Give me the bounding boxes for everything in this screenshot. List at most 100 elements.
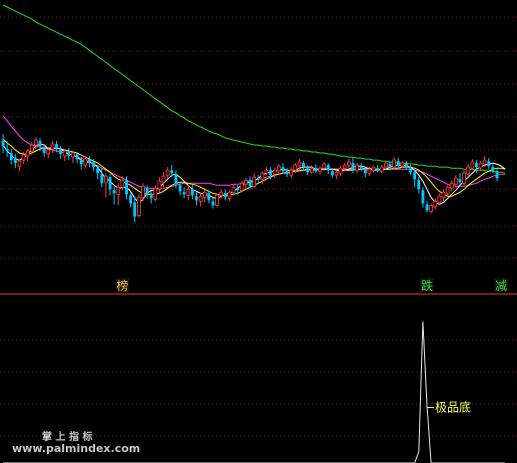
candle-body	[482, 159, 487, 165]
candle-body	[355, 164, 359, 171]
candle-body	[112, 190, 116, 194]
candle-body	[322, 163, 327, 169]
candle-body	[306, 168, 310, 173]
candle-body	[59, 150, 63, 154]
candle-body	[75, 154, 79, 160]
candle-body	[174, 174, 178, 185]
candle-body	[260, 172, 265, 180]
signal-label: 榜	[116, 278, 128, 293]
candle-body	[83, 158, 88, 166]
candle-body	[62, 150, 67, 157]
candle-body	[149, 195, 153, 199]
candle-body	[478, 162, 483, 169]
candle-body	[405, 163, 408, 168]
candle-body	[46, 149, 51, 155]
candle-body	[198, 195, 203, 202]
candle-body	[449, 182, 454, 189]
candle-body	[21, 154, 26, 161]
candle-body	[92, 162, 95, 168]
candle-body	[88, 159, 91, 163]
candle-body	[50, 143, 55, 150]
candle-body	[9, 153, 13, 160]
candle-body	[491, 167, 495, 172]
candle-body	[264, 169, 269, 174]
candle-body	[178, 185, 182, 192]
candle-body	[359, 166, 363, 170]
indicator-label: 极品底	[435, 400, 471, 415]
candle-body	[470, 161, 475, 169]
candle-body	[285, 171, 289, 175]
candle-body	[409, 168, 412, 173]
candle-body	[125, 180, 128, 195]
candle-body	[281, 167, 285, 172]
candle-body	[190, 189, 194, 196]
candle-body	[338, 167, 343, 174]
candle-body	[297, 161, 302, 167]
candle-body	[129, 195, 133, 204]
candle-body	[252, 176, 256, 187]
candle-body	[120, 179, 125, 188]
candle-body	[367, 168, 372, 174]
candle-body	[289, 169, 294, 176]
signal-labels: 榜跌减	[115, 278, 509, 293]
candle-body	[5, 149, 9, 151]
candle-body	[207, 193, 211, 201]
candle-body	[116, 186, 121, 195]
candle-body	[487, 161, 491, 167]
candle-body	[136, 196, 141, 216]
candle-body	[314, 168, 318, 172]
candle-body	[104, 175, 108, 183]
candle-body	[34, 139, 38, 146]
candle-body	[462, 172, 466, 184]
candle-body	[141, 185, 145, 198]
candle-body	[236, 188, 240, 191]
candle-body	[425, 204, 429, 211]
candle-body	[433, 200, 438, 207]
candle-body	[421, 190, 425, 204]
candle-body	[219, 191, 223, 196]
candle-body	[153, 187, 158, 200]
candle-body	[326, 165, 330, 171]
candle-body	[79, 160, 83, 165]
candle-body	[223, 193, 227, 198]
candle-body	[495, 171, 499, 179]
candle-body	[396, 161, 400, 167]
candle-body	[42, 148, 46, 153]
candle-body	[269, 170, 272, 176]
candle-body	[346, 161, 351, 166]
candle-body	[376, 168, 380, 172]
candle-body	[330, 171, 334, 176]
grid	[0, 16, 517, 437]
candle-body	[243, 179, 248, 185]
candle-body	[67, 151, 71, 156]
chart-canvas: 极品底 榜 跌 减 掌 上 指 标 www.palmindex.com	[0, 4, 517, 463]
signal-label: 减	[495, 279, 507, 293]
candle-body	[392, 159, 396, 168]
candle-body	[276, 165, 281, 172]
candle-body	[445, 186, 450, 194]
candle-body	[388, 164, 392, 168]
candle-body	[211, 201, 215, 206]
candle-body	[379, 166, 384, 172]
candle-body	[202, 191, 207, 198]
candle-body	[29, 144, 34, 152]
candle-body	[186, 188, 191, 196]
candle-body	[13, 158, 17, 164]
candle-body	[302, 163, 305, 168]
candle-body	[429, 204, 434, 212]
candle-body	[351, 163, 355, 171]
candle-body	[371, 166, 376, 171]
candle-body	[413, 172, 417, 180]
candle-body	[1, 141, 5, 146]
candle-body	[71, 152, 75, 158]
candle-body	[96, 168, 100, 174]
ma-longest-line	[2, 4, 506, 174]
candle-body	[293, 164, 298, 171]
candle-body	[133, 202, 137, 217]
candle-body	[161, 175, 166, 183]
candle-body	[165, 169, 170, 176]
candle-body	[458, 179, 462, 183]
candle-body	[334, 171, 339, 176]
candle-body	[100, 174, 104, 184]
candle-body	[227, 191, 232, 199]
